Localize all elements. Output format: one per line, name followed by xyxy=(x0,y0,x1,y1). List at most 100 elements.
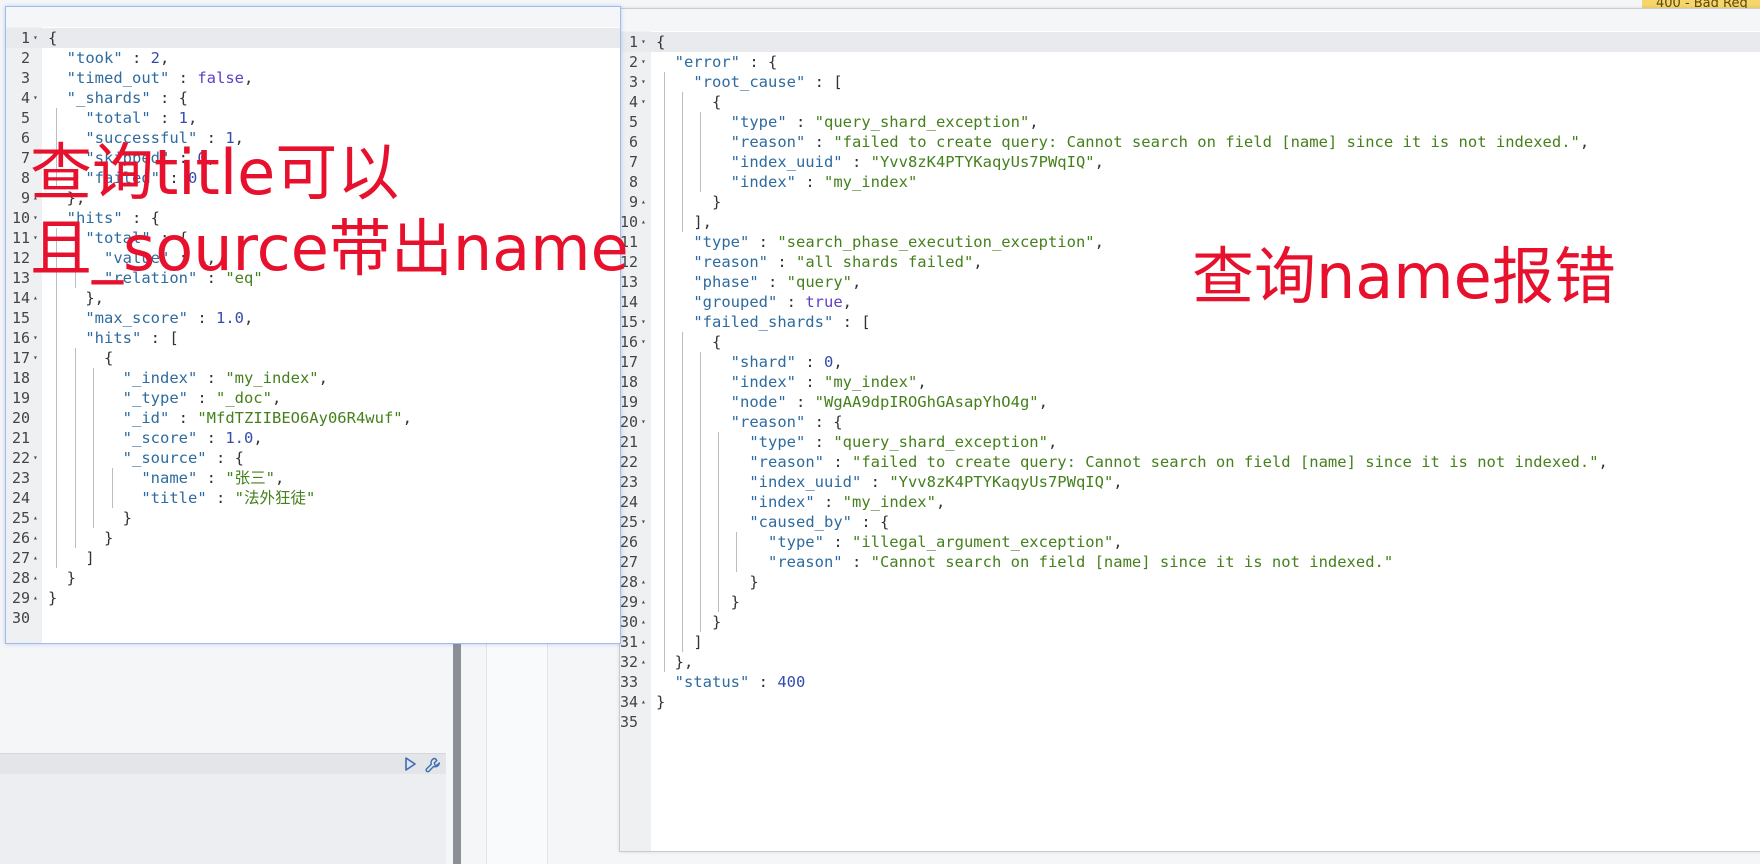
fold-open-icon[interactable]: ▾ xyxy=(641,92,646,112)
code-line: 29 ▴} xyxy=(6,588,620,608)
line-number: 20 xyxy=(11,409,30,427)
fold-open-icon[interactable]: ▾ xyxy=(33,348,38,368)
fold-open-icon[interactable]: ▾ xyxy=(33,88,38,108)
token-punc: : xyxy=(122,49,151,67)
token-punc xyxy=(48,429,123,447)
code-area[interactable]: 1 ▾{2 "took" : 2, 3 "timed_out" : false, 4 ▾… xyxy=(6,28,620,628)
fold-close-icon[interactable]: ▴ xyxy=(641,652,646,672)
fold-close-icon[interactable]: ▴ xyxy=(641,592,646,612)
token-punc: , xyxy=(917,373,927,391)
token-key: "title" xyxy=(141,489,207,507)
code-content: "_source" : { xyxy=(48,448,244,468)
code-line: 24 "index" : "my_index", xyxy=(620,492,1760,512)
fold-open-icon[interactable]: ▾ xyxy=(33,448,38,468)
play-icon[interactable] xyxy=(402,756,418,772)
token-punc xyxy=(656,413,731,431)
response-editor-error[interactable]: 1 ▾{2 ▾ "error" : {3 ▾ "root_cause" : [4 ▾ {… xyxy=(619,8,1760,852)
fold-close-icon[interactable]: ▴ xyxy=(641,572,646,592)
line-number: 15 xyxy=(11,309,30,327)
token-punc xyxy=(656,53,675,71)
line-number: 30 xyxy=(620,613,639,631)
fold-open-icon[interactable]: ▾ xyxy=(641,52,646,72)
fold-open-icon[interactable]: ▾ xyxy=(33,28,38,48)
code-content: "took" : 2, xyxy=(48,48,170,68)
token-punc: , xyxy=(188,109,198,127)
token-key: "failed_shards" xyxy=(693,313,834,331)
token-punc: : xyxy=(777,293,806,311)
line-number: 18 xyxy=(11,369,30,387)
code-content: "max_score" : 1.0, xyxy=(48,308,253,328)
token-punc: : { xyxy=(805,413,843,431)
token-punc: : xyxy=(758,273,787,291)
fold-close-icon[interactable]: ▴ xyxy=(33,508,38,528)
fold-close-icon[interactable]: ▴ xyxy=(33,568,38,588)
fold-close-icon[interactable]: ▴ xyxy=(33,288,38,308)
line-number: 24 xyxy=(620,493,639,511)
token-punc: : xyxy=(805,133,834,151)
fold-close-icon[interactable]: ▴ xyxy=(33,588,38,608)
code-line: 3 "timed_out" : false, xyxy=(6,68,620,88)
token-punc: : xyxy=(842,553,871,571)
token-str: "failed to create query: Cannot search o… xyxy=(851,453,1599,471)
line-number: 3 xyxy=(628,73,638,91)
token-num: 1.0 xyxy=(215,309,244,327)
code-line: 9 ▴ } xyxy=(620,192,1760,212)
code-content: "node" : "WgAA9dpIROGhGAsapYhO4g", xyxy=(656,392,1048,412)
fold-close-icon[interactable]: ▴ xyxy=(33,528,38,548)
fold-open-icon[interactable]: ▾ xyxy=(33,328,38,348)
pane-resize-handle[interactable] xyxy=(453,640,461,864)
token-punc: , xyxy=(1094,153,1104,171)
fold-open-icon[interactable]: ▾ xyxy=(641,412,646,432)
line-number: 29 xyxy=(620,593,639,611)
fold-close-icon[interactable]: ▴ xyxy=(641,212,646,232)
token-key: "node" xyxy=(730,393,787,411)
fold-open-icon[interactable]: ▾ xyxy=(641,512,646,532)
token-punc: { xyxy=(656,93,722,111)
token-key: "reason" xyxy=(767,553,843,571)
code-line: 28 ▴ } xyxy=(6,568,620,588)
token-str: "Yvv8zK4PTYKaqyUs7PWqIQ" xyxy=(889,473,1114,491)
fold-close-icon[interactable]: ▴ xyxy=(641,192,646,212)
code-line: 17 "shard" : 0, xyxy=(620,352,1760,372)
token-punc: , xyxy=(1113,473,1123,491)
token-punc xyxy=(656,233,693,251)
fold-open-icon[interactable]: ▾ xyxy=(641,32,646,52)
wrench-icon[interactable] xyxy=(424,756,442,774)
token-str: "张三" xyxy=(225,469,275,487)
fold-open-icon[interactable]: ▾ xyxy=(641,332,646,352)
request-editor-area[interactable] xyxy=(0,774,446,864)
fold-close-icon[interactable]: ▴ xyxy=(641,692,646,712)
code-line: 30 xyxy=(6,608,620,628)
token-punc: } xyxy=(48,569,76,587)
token-key: "status" xyxy=(674,673,750,691)
token-punc: : xyxy=(786,393,815,411)
code-line: 25 ▴ } xyxy=(6,508,620,528)
token-punc: : xyxy=(187,389,216,407)
line-number: 27 xyxy=(11,549,30,567)
token-key: "total" xyxy=(85,109,151,127)
fold-close-icon[interactable]: ▴ xyxy=(33,548,38,568)
code-line: 8 "index" : "my_index" xyxy=(620,172,1760,192)
fold-close-icon[interactable]: ▴ xyxy=(641,632,646,652)
fold-open-icon[interactable]: ▾ xyxy=(641,312,646,332)
token-num: 1.0 xyxy=(225,429,254,447)
token-punc xyxy=(656,473,749,491)
line-number: 17 xyxy=(620,353,639,371)
code-content: "caused_by" : { xyxy=(656,512,889,532)
token-str: "failed to create query: Cannot search o… xyxy=(833,133,1580,151)
token-punc: ] xyxy=(48,549,95,567)
fold-close-icon[interactable]: ▴ xyxy=(641,612,646,632)
code-content: "index" : "my_index", xyxy=(656,372,927,392)
token-punc: } xyxy=(48,589,58,607)
code-line: 15 "max_score" : 1.0, xyxy=(6,308,620,328)
response-editor-success[interactable]: 1 ▾{2 "took" : 2, 3 "timed_out" : false, 4 ▾… xyxy=(5,6,621,644)
line-number: 32 xyxy=(620,653,639,671)
token-punc xyxy=(656,133,731,151)
line-number: 22 xyxy=(11,449,30,467)
line-number: 18 xyxy=(620,373,639,391)
line-number: 5 xyxy=(20,109,30,127)
code-content: "type" : "query_shard_exception", xyxy=(656,112,1039,132)
fold-open-icon[interactable]: ▾ xyxy=(641,72,646,92)
code-area[interactable]: 1 ▾{2 ▾ "error" : {3 ▾ "root_cause" : [4 ▾ {… xyxy=(620,32,1760,732)
token-punc: , xyxy=(1038,393,1048,411)
